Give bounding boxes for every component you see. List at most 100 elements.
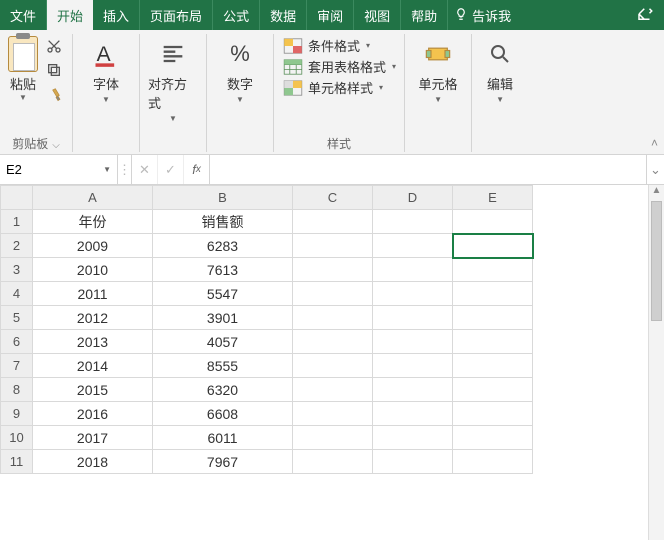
cell[interactable]: 5547 [153,282,293,306]
cell[interactable] [373,426,453,450]
cell[interactable]: 2015 [33,378,153,402]
cell[interactable] [373,210,453,234]
cell[interactable]: 2018 [33,450,153,474]
cell[interactable] [293,306,373,330]
cell[interactable]: 年份 [33,210,153,234]
share-icon[interactable] [636,5,654,28]
scrollbar-thumb[interactable] [651,201,662,321]
cell[interactable]: 2010 [33,258,153,282]
cell[interactable] [293,426,373,450]
cell[interactable] [293,378,373,402]
tab-页面布局[interactable]: 页面布局 [140,0,213,30]
row-header[interactable]: 9 [1,402,33,426]
conditional-formatting-button[interactable]: 条件格式 ▾ [282,36,396,55]
cell[interactable] [453,426,533,450]
accept-formula-button[interactable]: ✓ [158,155,184,184]
row-header[interactable]: 6 [1,330,33,354]
tab-数据[interactable]: 数据 [260,0,307,30]
cell[interactable] [453,354,533,378]
collapse-ribbon-icon[interactable]: ˄ [651,136,658,150]
cell[interactable] [293,450,373,474]
paste-icon[interactable] [8,36,38,72]
cell[interactable]: 2009 [33,234,153,258]
fx-icon[interactable]: fx [184,155,210,184]
tab-开始[interactable]: 开始 [47,0,93,30]
column-header[interactable]: B [153,186,293,210]
chevron-down-icon[interactable]: ▼ [496,95,504,104]
cell[interactable]: 8555 [153,354,293,378]
cell[interactable]: 7613 [153,258,293,282]
cell[interactable] [453,330,533,354]
column-header[interactable]: A [33,186,153,210]
row-header[interactable]: 2 [1,234,33,258]
paste-button[interactable]: 粘贴 [10,74,36,93]
formula-input[interactable] [210,155,646,184]
row-header[interactable]: 11 [1,450,33,474]
cell[interactable] [293,258,373,282]
cell[interactable]: 2012 [33,306,153,330]
cut-button[interactable] [44,36,64,56]
select-all-corner[interactable] [1,186,33,210]
chevron-down-icon[interactable]: ▾ [379,83,383,92]
tab-帮助[interactable]: 帮助 [401,0,448,30]
cell[interactable] [373,282,453,306]
chevron-down-icon[interactable]: ▾ [366,41,370,50]
row-header[interactable]: 8 [1,378,33,402]
cell[interactable] [453,210,533,234]
copy-button[interactable] [44,60,64,80]
row-header[interactable]: 10 [1,426,33,450]
chevron-down-icon[interactable]: ▼ [236,95,244,104]
column-header[interactable]: C [293,186,373,210]
cell[interactable] [453,234,533,258]
chevron-down-icon[interactable]: ▼ [169,114,177,123]
format-painter-button[interactable] [44,84,64,104]
cell[interactable] [373,234,453,258]
column-header[interactable]: E [453,186,533,210]
cell[interactable]: 2013 [33,330,153,354]
row-header[interactable]: 4 [1,282,33,306]
cell[interactable] [293,234,373,258]
cell-styles-button[interactable]: 单元格样式 ▾ [282,78,396,97]
tab-视图[interactable]: 视图 [354,0,401,30]
expand-formula-bar-icon[interactable]: ⌄ [646,155,664,184]
cell[interactable] [293,402,373,426]
cell[interactable] [453,378,533,402]
row-header[interactable]: 3 [1,258,33,282]
chevron-down-icon[interactable]: ▼ [103,165,111,174]
cell[interactable] [293,282,373,306]
cell[interactable] [373,378,453,402]
format-as-table-button[interactable]: 套用表格格式 ▾ [282,57,396,76]
cell[interactable] [373,402,453,426]
cell[interactable] [453,282,533,306]
cell[interactable]: 6320 [153,378,293,402]
chevron-down-icon[interactable]: ▼ [102,95,110,104]
chevron-down-icon[interactable]: ▼ [19,93,27,102]
cell[interactable] [453,306,533,330]
alignment-button[interactable]: 对齐方式 ▼ [148,36,198,123]
cell[interactable]: 6608 [153,402,293,426]
cell[interactable] [453,402,533,426]
cell[interactable] [453,258,533,282]
font-button[interactable]: A 字体 ▼ [81,36,131,104]
chevron-down-icon[interactable]: ▾ [392,62,396,71]
tab-审阅[interactable]: 审阅 [307,0,354,30]
number-button[interactable]: % 数字 ▼ [215,36,265,104]
cell[interactable] [293,354,373,378]
chevron-down-icon[interactable]: ▼ [434,95,442,104]
cell[interactable]: 2011 [33,282,153,306]
editing-button[interactable]: 编辑 ▼ [480,36,520,104]
cell[interactable] [293,330,373,354]
vertical-scrollbar[interactable]: ▲ [648,185,664,540]
scroll-up-icon[interactable]: ▲ [649,185,664,201]
cell[interactable]: 2017 [33,426,153,450]
tell-me[interactable]: 告诉我 [454,0,511,30]
cell[interactable] [293,210,373,234]
cell[interactable] [373,354,453,378]
cell[interactable] [373,330,453,354]
tab-公式[interactable]: 公式 [213,0,260,30]
cell[interactable]: 6283 [153,234,293,258]
cell[interactable]: 4057 [153,330,293,354]
cell[interactable] [373,258,453,282]
row-header[interactable]: 5 [1,306,33,330]
row-header[interactable]: 7 [1,354,33,378]
